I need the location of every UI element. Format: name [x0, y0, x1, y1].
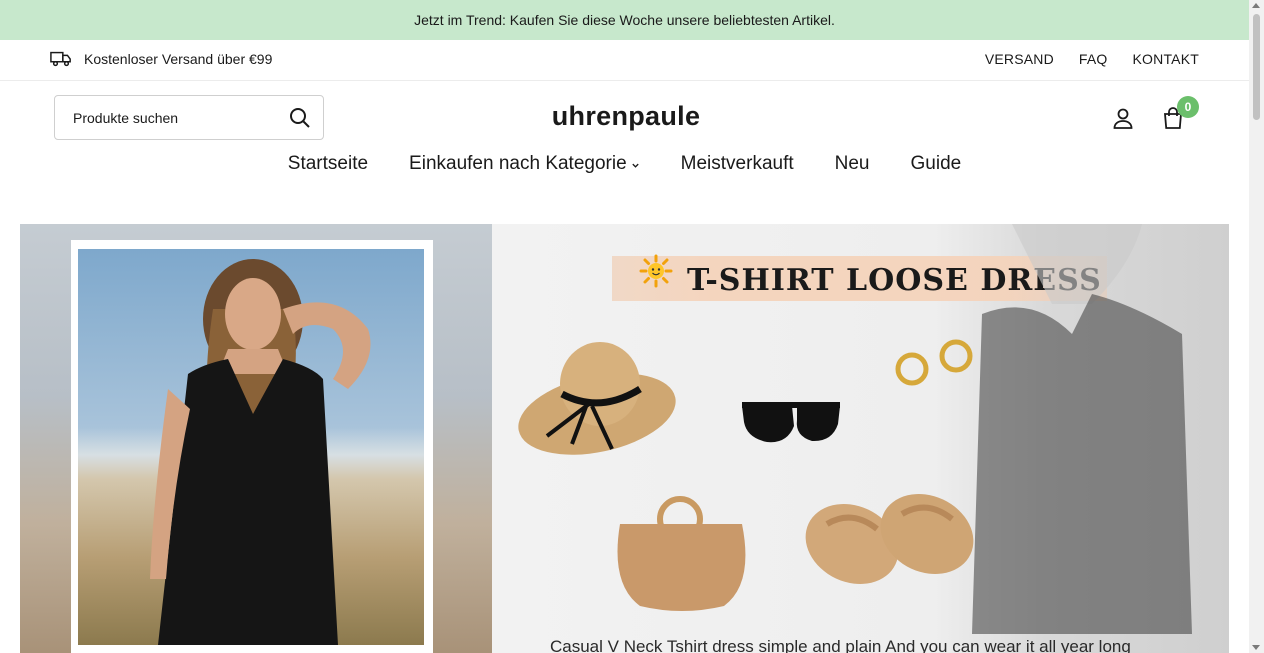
nav-label: Guide: [910, 153, 962, 174]
model-photo: [78, 249, 424, 645]
scroll-thumb[interactable]: [1253, 14, 1260, 120]
accessories-illustration: [518, 224, 1192, 634]
hero-left-panel: [20, 224, 492, 653]
nav-item-meistverkauft[interactable]: Meistverkauft: [681, 153, 794, 175]
cart-count-badge: 0: [1177, 96, 1199, 118]
chevron-down-icon: [631, 163, 639, 168]
page-scrollbar[interactable]: [1249, 0, 1264, 653]
nav-item-startseite[interactable]: Startseite: [288, 153, 368, 175]
nav-label: Neu: [834, 153, 870, 174]
truck-icon: [50, 51, 71, 67]
account-icon[interactable]: [1112, 107, 1134, 129]
nav-label: Startseite: [287, 153, 369, 174]
site-logo[interactable]: uhrenpaule: [0, 101, 1252, 132]
top-links: VERSAND FAQ KONTAKT: [985, 51, 1199, 67]
nav-item-guide[interactable]: Guide: [911, 153, 962, 175]
nav-item-kategorie[interactable]: Einkaufen nach Kategorie: [409, 153, 640, 175]
link-versand[interactable]: VERSAND: [985, 51, 1054, 67]
link-kontakt[interactable]: KONTAKT: [1133, 51, 1199, 67]
model-illustration: [150, 259, 371, 645]
nav-label: Einkaufen nach Kategorie: [409, 153, 627, 174]
top-bar: Kostenloser Versand über €99 VERSAND FAQ…: [0, 40, 1249, 81]
shipping-info: Kostenloser Versand über €99: [50, 50, 272, 68]
shipping-text: Kostenloser Versand über €99: [84, 51, 273, 67]
hero-banner[interactable]: T-SHIRT LOOSE DRESS Casual V Neck Tshirt…: [20, 224, 1229, 653]
scroll-up-arrow[interactable]: [1252, 3, 1260, 8]
announcement-bar: Jetzt im Trend: Kaufen Sie diese Woche u…: [0, 0, 1249, 40]
nav-label: Meistverkauft: [680, 153, 794, 174]
announcement-text: Jetzt im Trend: Kaufen Sie diese Woche u…: [414, 12, 835, 28]
nav-item-neu[interactable]: Neu: [835, 153, 870, 175]
hero-caption: Casual V Neck Tshirt dress simple and pl…: [550, 637, 1131, 653]
link-faq[interactable]: FAQ: [1079, 51, 1108, 67]
scroll-down-arrow[interactable]: [1252, 645, 1260, 650]
hero-right-panel: T-SHIRT LOOSE DRESS Casual V Neck Tshirt…: [492, 224, 1229, 653]
main-nav: Startseite Einkaufen nach Kategorie Meis…: [0, 153, 1249, 175]
